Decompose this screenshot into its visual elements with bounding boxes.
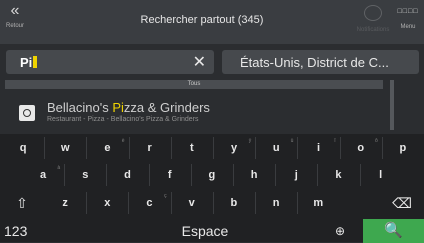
key-divider: [106, 164, 108, 186]
key-divider: [255, 192, 256, 214]
clear-icon[interactable]: ✕: [193, 52, 206, 72]
result-name: Bellacino's Pizza & Grinders: [47, 100, 210, 115]
key-s[interactable]: s: [64, 163, 106, 187]
globe-icon[interactable]: ⊕: [326, 219, 354, 243]
key-divider: [170, 137, 172, 159]
key-divider: [339, 137, 341, 159]
key-divider: [233, 164, 234, 186]
key-divider: [128, 137, 130, 159]
notifications-button[interactable]: Notifications: [355, 0, 391, 44]
key-a[interactable]: aà: [22, 163, 64, 187]
menu-label: Menu: [400, 24, 416, 30]
accent-hint: î: [334, 138, 336, 144]
accent-hint: à: [57, 165, 61, 171]
numbers-key[interactable]: 123: [4, 219, 54, 243]
filter-tab-all[interactable]: Tous: [5, 80, 383, 89]
key-divider: [275, 164, 277, 186]
page-title: Rechercher partout (345): [140, 14, 264, 26]
key-divider: [359, 164, 361, 186]
key-divider: [148, 164, 150, 186]
key-t[interactable]: t: [171, 136, 213, 160]
space-key[interactable]: Espace: [120, 219, 290, 243]
key-x[interactable]: x: [86, 191, 128, 215]
country-selector[interactable]: États-Unis, District de C...: [222, 50, 419, 74]
restaurant-icon: [19, 105, 35, 121]
search-key[interactable]: 🔍: [363, 219, 424, 243]
key-h[interactable]: h: [233, 163, 275, 187]
key-divider: [381, 137, 383, 159]
key-divider: [212, 192, 214, 214]
back-button[interactable]: « Retour: [0, 0, 30, 44]
top-bar: « Retour Rechercher partout (345) Notifi…: [0, 0, 424, 44]
key-divider: [86, 137, 88, 159]
match-highlight: Pi: [112, 100, 124, 115]
search-text: Pi: [20, 55, 38, 70]
key-divider: [255, 137, 257, 159]
back-icon: «: [10, 2, 20, 19]
accent-hint: è: [121, 138, 125, 144]
key-divider: [170, 192, 172, 214]
key-divider: [86, 192, 88, 214]
accent-hint: ç: [164, 193, 167, 199]
accent-hint: ô: [375, 138, 378, 144]
key-v[interactable]: v: [171, 191, 213, 215]
key-i[interactable]: iî: [297, 136, 339, 160]
key-e[interactable]: eè: [86, 136, 128, 160]
key-divider: [213, 137, 214, 159]
back-label: Retour: [5, 23, 24, 29]
key-q[interactable]: q: [2, 136, 44, 160]
key-p[interactable]: p: [382, 136, 424, 160]
key-m[interactable]: m: [297, 191, 339, 215]
accent-hint: ÿ: [248, 138, 252, 144]
accent-hint: ü: [290, 138, 294, 144]
notifications-label: Notifications: [356, 27, 390, 33]
key-j[interactable]: j: [275, 163, 317, 187]
key-k[interactable]: k: [317, 163, 359, 187]
key-n[interactable]: n: [255, 191, 297, 215]
key-divider: [128, 192, 130, 214]
key-divider: [190, 164, 192, 186]
result-subtitle: Restaurant - Pizza - Bellacino's Pizza &…: [47, 116, 199, 123]
key-l[interactable]: l: [360, 163, 402, 187]
key-divider: [317, 164, 319, 186]
speech-bubble-icon: [364, 5, 382, 21]
key-d[interactable]: d: [106, 163, 148, 187]
key-y[interactable]: yÿ: [213, 136, 255, 160]
key-c[interactable]: cç: [128, 191, 170, 215]
key-g[interactable]: g: [191, 163, 233, 187]
menu-button[interactable]: □□□□ Menu: [392, 0, 424, 44]
search-input[interactable]: Pi ✕: [6, 50, 214, 74]
key-divider: [297, 192, 299, 214]
key-w[interactable]: w: [44, 136, 86, 160]
key-r[interactable]: r: [129, 136, 171, 160]
key-z[interactable]: z: [44, 191, 86, 215]
country-label: États-Unis, District de C...: [240, 55, 389, 70]
key-divider: [64, 164, 66, 186]
backspace-key[interactable]: ⌫: [382, 191, 422, 215]
key-divider: [44, 137, 46, 159]
key-o[interactable]: oô: [340, 136, 382, 160]
key-f[interactable]: f: [149, 163, 191, 187]
key-u[interactable]: uü: [255, 136, 297, 160]
result-item[interactable]: Bellacino's Pizza & Grinders Restaurant …: [5, 94, 391, 132]
key-b[interactable]: b: [213, 191, 255, 215]
key-divider: [297, 137, 299, 159]
text-caret: [33, 56, 38, 68]
menu-icon: □□□□: [397, 8, 419, 15]
search-icon: 🔍: [384, 222, 403, 239]
shift-key[interactable]: ⇧: [2, 191, 42, 215]
